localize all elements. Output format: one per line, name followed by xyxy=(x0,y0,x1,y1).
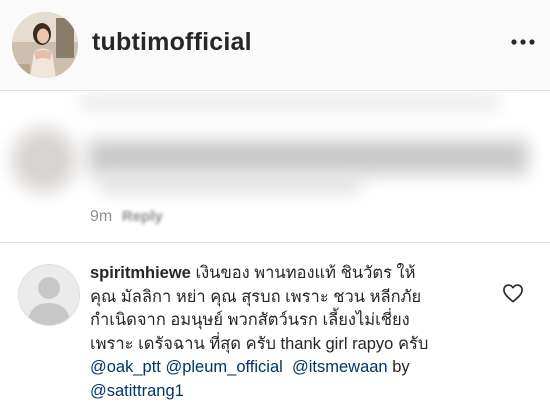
heart-icon[interactable] xyxy=(502,283,524,303)
blurred-line xyxy=(80,96,500,108)
blurred-text xyxy=(100,176,360,192)
default-avatar-icon xyxy=(19,265,79,325)
comment-text-line: เงินของ พานทองแท้ ชินวัตร ให้ xyxy=(195,264,416,282)
mention-link[interactable]: @satittrang1 xyxy=(90,382,184,400)
comment-timestamp: 9m xyxy=(90,208,113,225)
commenter-avatar[interactable] xyxy=(18,264,80,326)
header-divider xyxy=(0,90,550,91)
instagram-comments-screen: tubtimofficial 9m Reply spiritmhiewe เงิ… xyxy=(0,0,550,414)
mention-link[interactable]: @pleum_official xyxy=(165,358,282,376)
comment-line: @satittrang1 xyxy=(90,380,490,404)
comment-text-line: กำเนิดจาก อมนุษย์ พวกสัตว์นรก เลี้ยงไม่เ… xyxy=(90,311,410,329)
mention-link[interactable]: @itsmewaan xyxy=(292,358,388,376)
comment-body: spiritmhiewe เงินของ พานทองแท้ ชินวัตร ใ… xyxy=(90,262,490,403)
comment-line: spiritmhiewe เงินของ พานทองแท้ ชินวัตร ใ… xyxy=(90,262,490,286)
comment-text-line: เพราะ เดรัจฉาน ที่สุด ครับ thank girl ra… xyxy=(90,334,429,353)
reply-button[interactable]: Reply xyxy=(122,208,163,225)
blurred-text xyxy=(88,140,528,174)
blurred-avatar xyxy=(12,128,76,192)
profile-avatar[interactable] xyxy=(12,12,78,78)
comment-divider xyxy=(0,242,550,243)
more-options-icon[interactable] xyxy=(510,36,536,48)
post-header: tubtimofficial xyxy=(0,0,550,90)
comment-line: @oak_ptt @pleum_official @itsmewaan by xyxy=(90,356,490,380)
comment-text-by: by xyxy=(392,358,410,376)
commenter-username[interactable]: spiritmhiewe xyxy=(90,264,191,282)
comment-text-line: คุณ มัลลิกา หย่า คุณ สุรบถ เพราะ ชวน หลี… xyxy=(90,287,422,306)
blurred-comment xyxy=(0,92,550,232)
mention-link[interactable]: @oak_ptt xyxy=(90,358,161,376)
header-username[interactable]: tubtimofficial xyxy=(92,28,252,57)
profile-photo-image xyxy=(12,12,78,78)
